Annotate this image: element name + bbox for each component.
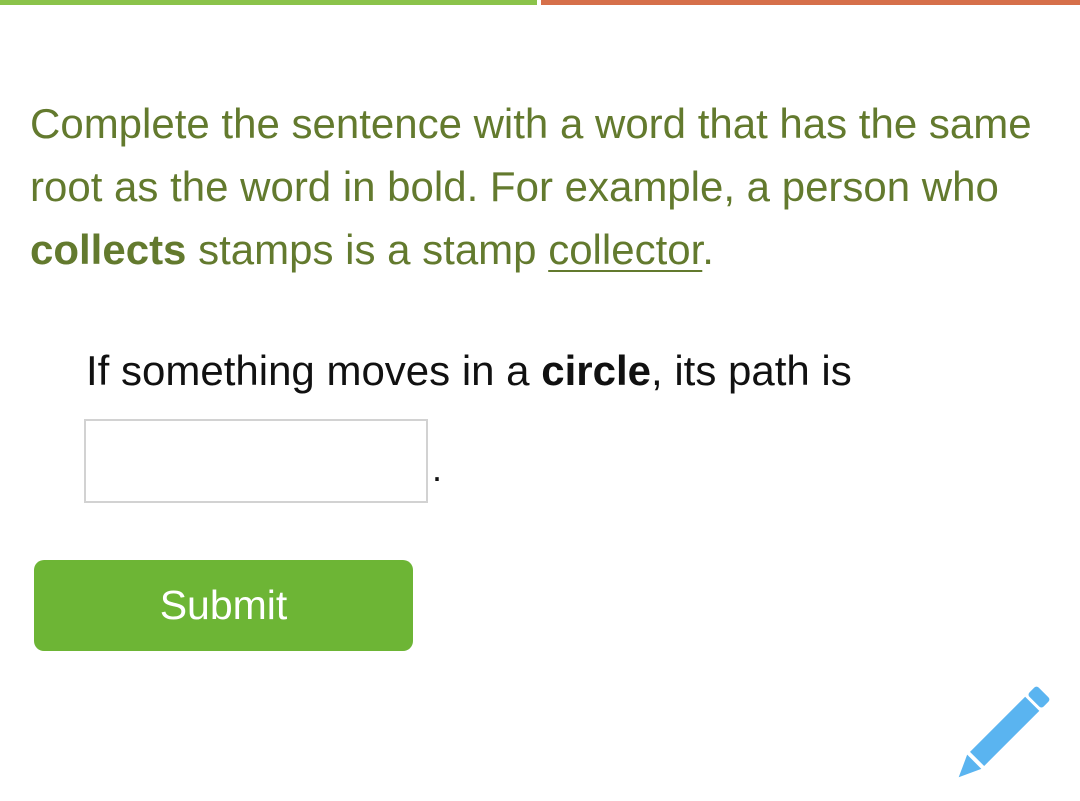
instructions-part-a: Complete the sentence with a word that h… [30,100,1032,210]
instructions-part-b: stamps is a stamp [186,226,549,273]
question-suffix: , its path is [650,347,852,394]
pencil-body [970,696,1040,766]
instructions-text: Complete the sentence with a word that h… [30,92,1060,281]
answer-input[interactable] [84,419,428,503]
answer-row: . [84,419,442,503]
example-bold-word: collects [30,226,187,273]
progress-segment-remaining [541,0,1080,5]
example-underlined-word: collector [548,226,703,273]
submit-button[interactable]: Submit [34,560,413,651]
progress-bar [0,0,1080,5]
pencil-icon[interactable] [944,682,1054,792]
progress-segment-completed [0,0,537,5]
question-prefix: If something moves in a [86,347,542,394]
question-bold-word: circle [541,347,651,394]
question-text: If something moves in a circle, its path… [86,340,1046,402]
pencil-tip [958,754,982,778]
instructions-end: . [702,226,714,273]
answer-period: . [432,448,443,489]
